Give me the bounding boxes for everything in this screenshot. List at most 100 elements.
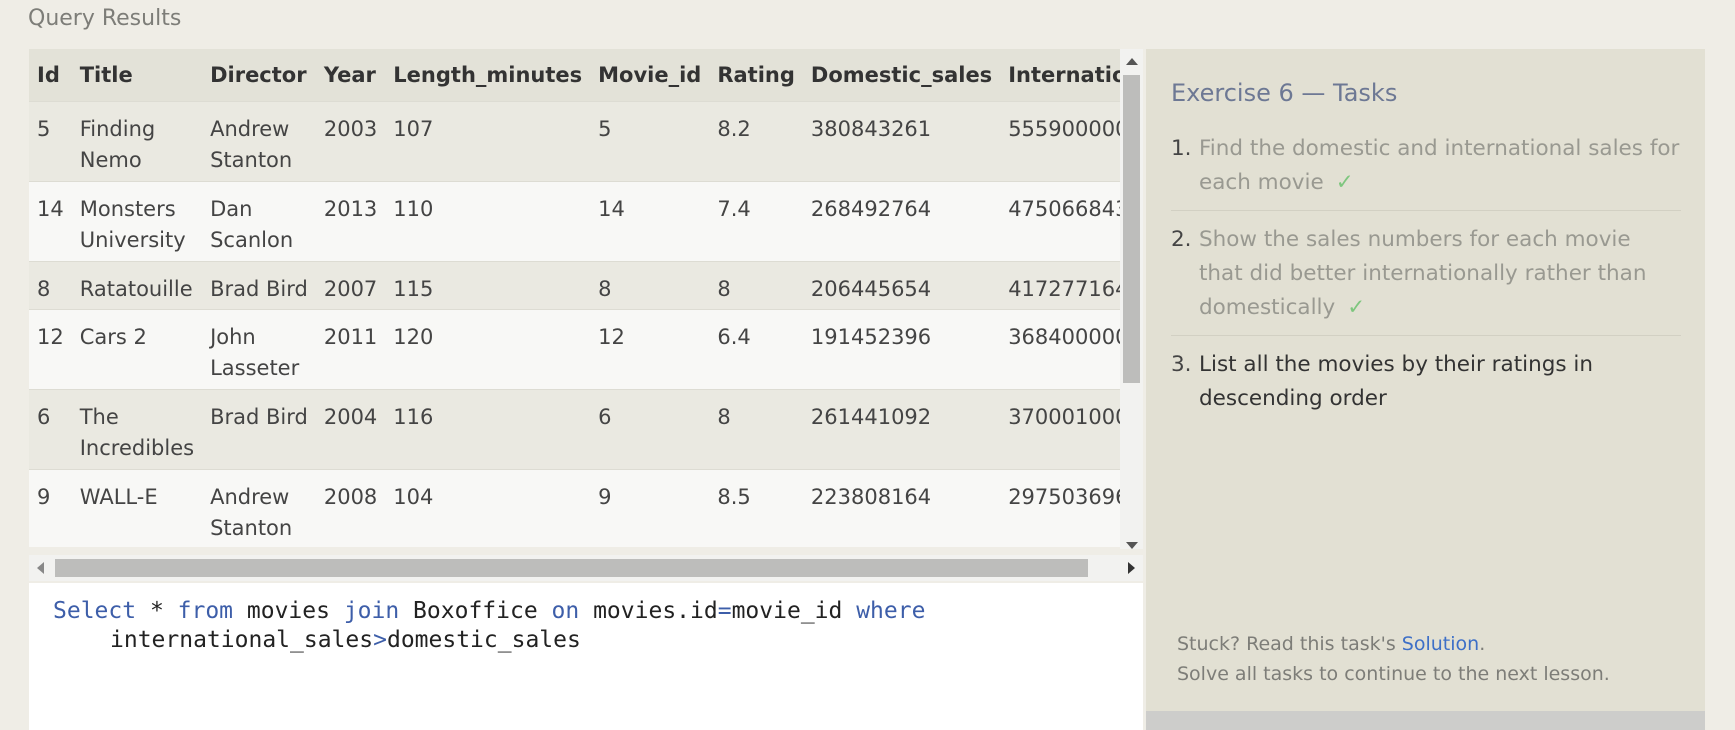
tasks-panel-footer bbox=[1146, 711, 1705, 730]
table-cell: 8 bbox=[37, 276, 51, 301]
checkmark-icon: ✓ bbox=[1335, 170, 1354, 195]
vertical-scrollbar[interactable] bbox=[1120, 49, 1143, 549]
horizontal-scroll-thumb[interactable] bbox=[55, 559, 1088, 577]
table-cell: 5 bbox=[598, 116, 612, 141]
query-token: = bbox=[717, 598, 732, 624]
query-token: domestic_sales bbox=[386, 627, 581, 653]
table-cell: 5 bbox=[37, 116, 51, 141]
column-header: Rating bbox=[717, 62, 795, 87]
stuck-suffix: . bbox=[1479, 633, 1486, 655]
scroll-down-arrow-icon[interactable] bbox=[1126, 542, 1138, 549]
table-cell: Andrew Stanton bbox=[210, 484, 293, 540]
table-cell: 8 bbox=[598, 276, 612, 301]
table-cell: Brad Bird bbox=[210, 276, 308, 301]
table-cell: 2007 bbox=[323, 276, 378, 301]
task-item: 1. Find the domestic and international s… bbox=[1171, 132, 1681, 211]
task-number: 3. bbox=[1171, 352, 1192, 377]
tasks-title: Exercise 6 — Tasks bbox=[1171, 79, 1398, 107]
table-cell: 370001000 bbox=[1008, 404, 1120, 429]
table-cell: 104 bbox=[393, 484, 434, 509]
horizontal-scrollbar[interactable] bbox=[29, 555, 1143, 581]
table-row: 6 The Incredibles Brad Bird 2004 116 6 8… bbox=[29, 389, 1120, 469]
table-cell: 6.4 bbox=[717, 324, 751, 349]
results-panel: Id Title Director Year Length_minutes Mo… bbox=[29, 49, 1120, 547]
table-cell: The Incredibles bbox=[79, 404, 195, 460]
table-cell: 417277164 bbox=[1008, 276, 1120, 301]
table-row: 8 Ratatouille Brad Bird 2007 115 8 8 206… bbox=[29, 261, 1120, 309]
table-cell: 297503696 bbox=[1008, 484, 1120, 509]
table-cell: 12 bbox=[37, 324, 64, 349]
table-cell: WALL-E bbox=[79, 484, 158, 509]
table-cell: 261441092 bbox=[810, 404, 932, 429]
table-cell: 368400000 bbox=[1008, 324, 1120, 349]
table-cell: 116 bbox=[393, 404, 434, 429]
column-header: Length_minutes bbox=[393, 62, 583, 87]
query-token: * bbox=[136, 598, 178, 624]
scroll-up-arrow-icon[interactable] bbox=[1126, 58, 1138, 65]
query-token: movies bbox=[233, 598, 344, 624]
table-cell: 8 bbox=[717, 404, 731, 429]
scroll-right-arrow-icon[interactable] bbox=[1128, 562, 1135, 574]
table-row: 14 Monsters University Dan Scanlon 2013 … bbox=[29, 181, 1120, 261]
table-cell: 7.4 bbox=[717, 196, 751, 221]
table-cell: Monsters University bbox=[79, 196, 186, 252]
table-cell: 107 bbox=[393, 116, 434, 141]
stuck-prefix: Stuck? Read this task's bbox=[1177, 633, 1402, 655]
table-cell: 115 bbox=[393, 276, 434, 301]
tasks-panel: Exercise 6 — Tasks 1. Find the domestic … bbox=[1146, 49, 1705, 711]
scroll-left-arrow-icon[interactable] bbox=[37, 562, 44, 574]
task-text: List all the movies by their ratings in … bbox=[1199, 352, 1594, 411]
table-cell: 268492764 bbox=[810, 196, 932, 221]
sql-query-editor[interactable]: Select * from movies join Boxoffice on m… bbox=[29, 583, 1143, 730]
query-token: Boxoffice bbox=[399, 598, 552, 624]
task-text: Show the sales numbers for each movie th… bbox=[1199, 227, 1647, 320]
continue-text: Solve all tasks to continue to the next … bbox=[1177, 663, 1610, 685]
column-header: Title bbox=[79, 62, 133, 87]
table-cell: 8.2 bbox=[717, 116, 751, 141]
column-header: Movie_id bbox=[598, 62, 702, 87]
help-text: Stuck? Read this task's Solution. Solve … bbox=[1177, 629, 1610, 689]
table-cell: 2013 bbox=[323, 196, 378, 221]
checkmark-icon: ✓ bbox=[1347, 295, 1366, 320]
table-cell: 191452396 bbox=[810, 324, 932, 349]
table-cell: Ratatouille bbox=[79, 276, 193, 301]
results-table: Id Title Director Year Length_minutes Mo… bbox=[29, 49, 1120, 547]
table-cell: Andrew Stanton bbox=[210, 116, 293, 172]
table-cell: 110 bbox=[393, 196, 434, 221]
task-item: 2. Show the sales numbers for each movie… bbox=[1171, 223, 1681, 336]
table-cell: 380843261 bbox=[810, 116, 932, 141]
column-header: Year bbox=[323, 62, 376, 87]
query-token: Select bbox=[53, 598, 137, 624]
query-line-1: Select * from movies join Boxoffice on m… bbox=[53, 597, 1143, 626]
table-cell: 2008 bbox=[323, 484, 378, 509]
vertical-scroll-thumb[interactable] bbox=[1123, 75, 1140, 383]
task-item: 3. List all the movies by their ratings … bbox=[1171, 348, 1681, 426]
table-cell: 12 bbox=[598, 324, 625, 349]
results-table-viewport[interactable]: Id Title Director Year Length_minutes Mo… bbox=[29, 49, 1120, 547]
table-cell: 555900000 bbox=[1008, 116, 1120, 141]
column-header: Domestic_sales bbox=[810, 62, 993, 87]
table-cell: 8.5 bbox=[717, 484, 751, 509]
table-cell: 9 bbox=[598, 484, 612, 509]
table-cell: 206445654 bbox=[810, 276, 932, 301]
table-cell: 475066843 bbox=[1008, 196, 1120, 221]
query-token: join bbox=[343, 598, 400, 624]
table-row: 9 WALL-E Andrew Stanton 2008 104 9 8.5 2… bbox=[29, 469, 1120, 547]
query-token: > bbox=[373, 627, 387, 653]
table-cell: 9 bbox=[37, 484, 51, 509]
task-number: 2. bbox=[1171, 227, 1192, 252]
query-token: from bbox=[177, 598, 234, 624]
table-row: 5 Finding Nemo Andrew Stanton 2003 107 5… bbox=[29, 101, 1120, 181]
query-results-title: Query Results bbox=[28, 6, 182, 31]
table-cell: Dan Scanlon bbox=[210, 196, 294, 252]
table-cell: Finding Nemo bbox=[79, 116, 156, 172]
table-cell: 2003 bbox=[323, 116, 378, 141]
solution-link[interactable]: Solution bbox=[1402, 633, 1479, 655]
table-cell: 120 bbox=[393, 324, 434, 349]
column-header: Id bbox=[37, 62, 60, 87]
query-token: movies.id bbox=[579, 598, 718, 624]
task-text: Find the domestic and international sale… bbox=[1199, 136, 1680, 195]
task-number: 1. bbox=[1171, 136, 1192, 161]
table-cell: John Lasseter bbox=[210, 324, 300, 380]
query-token: international_sales bbox=[110, 627, 374, 653]
